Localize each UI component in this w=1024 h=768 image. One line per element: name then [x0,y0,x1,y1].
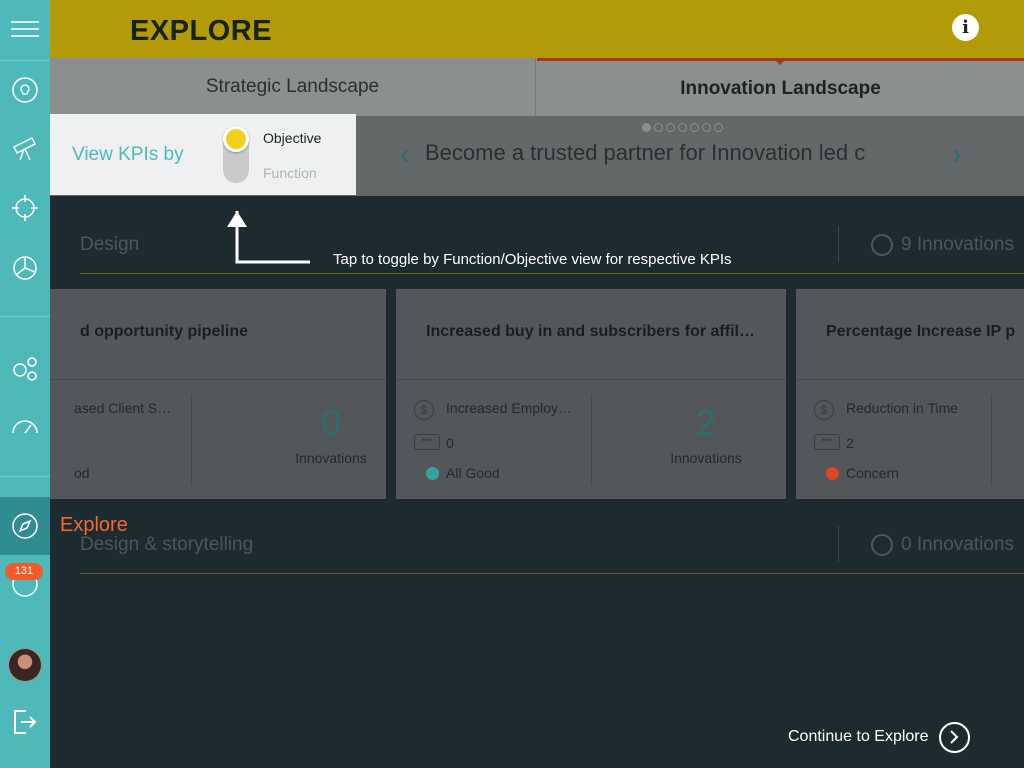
tab-innovation-landscape[interactable]: Innovation Landscape [537,58,1024,116]
target-icon[interactable] [0,180,50,236]
innovation-count: 0 [320,402,342,443]
card-title: Increased buy in and subscribers for aff… [426,323,755,340]
kpi-card[interactable]: Increased buy in and subscribers for aff… [396,289,786,499]
kpi-status: od [74,465,90,481]
carousel-page-dots [642,123,723,132]
lightbulb-icon[interactable] [0,64,50,116]
notification-count-badge: 131 [5,563,43,580]
comment-count: 2 [846,435,854,451]
comment-icon: ••• [814,434,840,450]
section-name: Design [80,234,140,255]
status-dot-icon [826,467,839,480]
pie-chart-icon[interactable] [0,240,50,296]
menu-icon[interactable] [0,6,50,52]
chevron-right-circle-icon [938,721,970,753]
sidebar: 131 [0,0,50,768]
tab-strategic-landscape[interactable]: Strategic Landscape [50,58,536,116]
section-header[interactable]: Design & storytelling 0 Innovations [80,514,1024,574]
kpi-card[interactable]: Percentage Increase IP p $ Reduction in … [796,289,1024,499]
card-title: Percentage Increase IP p [826,323,1016,340]
telescope-icon[interactable] [0,120,50,176]
header: EXPLORE i [50,0,1024,58]
kpi-view-toggle-panel: View KPIs by Objective Function [50,114,356,195]
switch-knob[interactable] [223,126,249,152]
status-dot-icon [426,467,439,480]
objective-title: Become a trusted partner for Innovation … [425,140,866,165]
chevron-right-icon[interactable]: › [952,140,962,170]
active-tab-indicator [773,58,787,65]
kpi-name: Increased Employ… [446,400,573,416]
toggle-hint-text: Tap to toggle by Function/Objective view… [333,251,732,268]
dollar-icon: $ [814,400,834,420]
settings-gears-icon[interactable] [0,340,50,396]
section-innovation-count: 9 Innovations [870,234,1014,256]
dollar-icon: $ [414,400,434,420]
compass-icon[interactable] [0,499,50,553]
gauge-icon[interactable] [0,400,50,456]
info-icon[interactable]: i [952,14,979,41]
innovation-label: Innovations [670,450,742,466]
lightbulb-icon [870,234,893,256]
page-title: EXPLORE [130,15,273,47]
logout-icon[interactable] [0,700,50,744]
continue-to-explore-button[interactable]: Continue to Explore [788,721,970,753]
lightbulb-icon [870,534,893,556]
innovation-count: 2 [695,402,717,443]
continue-label: Continue to Explore [788,728,929,745]
toggle-label: View KPIs by [72,144,184,165]
user-avatar[interactable] [8,648,42,682]
kpi-name: Reduction in Time [846,400,959,416]
kpi-card[interactable]: d opportunity pipeline ased Client S… od… [0,289,386,499]
innovation-label: Innovations [295,450,367,466]
kpi-status: All Good [426,465,500,481]
section-innovation-count: 0 Innovations [870,534,1014,556]
card-title: d opportunity pipeline [80,323,248,340]
section-name: Design & storytelling [80,534,254,555]
kpi-name: ased Client S… [74,400,172,416]
toggle-option-function[interactable]: Function [263,165,317,181]
kpi-status: Concern [826,465,899,481]
chevron-left-icon[interactable]: ‹ [400,140,410,170]
sidebar-explore-label: Explore [60,514,128,536]
hint-arrow-icon [227,211,310,264]
toggle-option-objective[interactable]: Objective [263,130,321,146]
comment-icon: ••• [414,434,440,450]
comment-count: 0 [446,435,454,451]
landscape-tabs: Strategic Landscape Innovation Landscape [50,58,1024,116]
